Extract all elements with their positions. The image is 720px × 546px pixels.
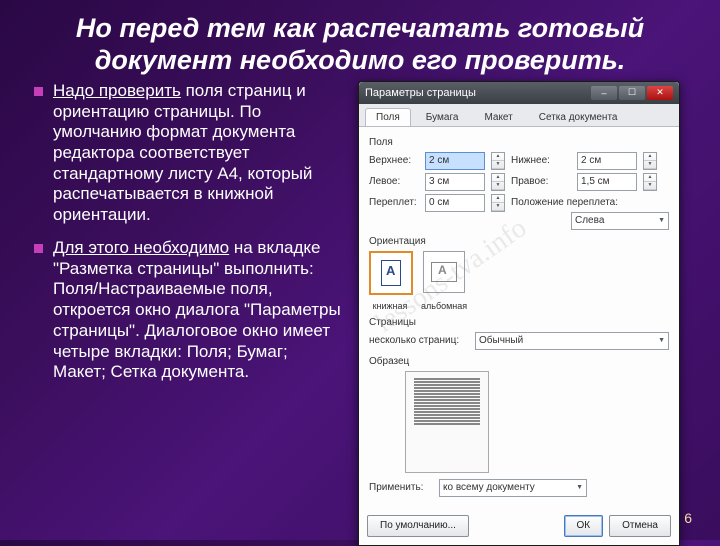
right-label: Правое: [511, 176, 571, 187]
left-label: Левое: [369, 176, 419, 187]
lead-text: Надо проверить [53, 81, 181, 100]
orientation-portrait[interactable] [369, 251, 413, 295]
dialog-tabs: Поля Бумага Макет Сетка документа [359, 104, 679, 127]
spinner-icon[interactable]: ▲▼ [491, 194, 505, 212]
dialog-body: Поля Верхнее: 2 см ▲▼ Нижнее: 2 см ▲▼ Ле… [359, 127, 679, 509]
top-input[interactable]: 2 см [425, 152, 485, 170]
close-icon[interactable]: ✕ [647, 86, 673, 100]
bottom-input[interactable]: 2 см [577, 152, 637, 170]
dialog-titlebar[interactable]: Параметры страницы – ☐ ✕ [359, 82, 679, 104]
orientation-group [369, 251, 669, 295]
bottom-label: Нижнее: [511, 155, 571, 166]
section-fields-label: Поля [369, 137, 669, 148]
text-column: Надо проверить поля страниц и ориентацию… [34, 81, 344, 546]
spinner-icon[interactable]: ▲▼ [491, 152, 505, 170]
cancel-button[interactable]: Отмена [609, 515, 671, 537]
page-number: 6 [684, 510, 692, 526]
tab-fields[interactable]: Поля [365, 108, 411, 126]
bullet-icon [34, 244, 43, 253]
spinner-icon[interactable]: ▲▼ [491, 173, 505, 191]
slide-title: Но перед тем как распечатать готовый док… [0, 0, 720, 77]
paragraph: Для этого необходимо на вкладке "Разметк… [53, 238, 344, 383]
default-button[interactable]: По умолчанию... [367, 515, 469, 537]
tab-layout[interactable]: Макет [473, 108, 523, 126]
orientation-landscape[interactable] [423, 251, 465, 293]
spinner-icon[interactable]: ▲▼ [643, 173, 657, 191]
multi-pages-select[interactable]: Обычный▼ [475, 332, 669, 350]
portrait-caption: книжная [369, 301, 411, 311]
minimize-icon[interactable]: – [591, 86, 617, 100]
margins-grid: Верхнее: 2 см ▲▼ Нижнее: 2 см ▲▼ Левое: … [369, 152, 669, 212]
sample-label: Образец [369, 356, 669, 367]
tab-paper[interactable]: Бумага [415, 108, 470, 126]
bullet-icon [34, 87, 43, 96]
chevron-down-icon: ▼ [576, 484, 583, 491]
preview-page-icon [405, 371, 489, 473]
lead-text: Для этого необходимо [53, 238, 229, 257]
apply-select[interactable]: ко всему документу▼ [439, 479, 587, 497]
paragraph: Надо проверить поля страниц и ориентацию… [53, 81, 344, 226]
gutter-input[interactable]: 0 см [425, 194, 485, 212]
landscape-caption: альбомная [421, 301, 463, 311]
top-label: Верхнее: [369, 155, 419, 166]
dialog-footer: По умолчанию... ОК Отмена [359, 509, 679, 545]
orientation-label: Ориентация [369, 236, 669, 247]
pages-row: несколько страниц: Обычный▼ [369, 332, 669, 350]
page-setup-dialog: Параметры страницы – ☐ ✕ Поля Бумага Мак… [358, 81, 680, 546]
gutter-label: Переплет: [369, 197, 419, 208]
portrait-icon [381, 260, 401, 286]
chevron-down-icon: ▼ [658, 217, 665, 224]
multi-pages-label: несколько страниц: [369, 335, 469, 346]
rest-text: поля страниц и ориентацию страницы. По у… [53, 81, 312, 224]
pages-label: Страницы [369, 317, 669, 328]
tab-grid[interactable]: Сетка документа [528, 108, 629, 126]
gutter-pos-select[interactable]: Слева▼ [571, 212, 669, 230]
dialog-title: Параметры страницы [365, 87, 589, 99]
left-input[interactable]: 3 см [425, 173, 485, 191]
spinner-icon[interactable]: ▲▼ [643, 152, 657, 170]
landscape-icon [431, 262, 457, 282]
content-area: Надо проверить поля страниц и ориентацию… [0, 77, 720, 546]
maximize-icon[interactable]: ☐ [619, 86, 645, 100]
apply-label: Применить: [369, 482, 433, 493]
right-input[interactable]: 1,5 см [577, 173, 637, 191]
chevron-down-icon: ▼ [658, 337, 665, 344]
bullet-item: Для этого необходимо на вкладке "Разметк… [34, 238, 344, 383]
bullet-item: Надо проверить поля страниц и ориентацию… [34, 81, 344, 226]
ok-button[interactable]: ОК [564, 515, 604, 537]
rest-text: на вкладке "Разметка страницы" выполнить… [53, 238, 341, 381]
apply-row: Применить: ко всему документу▼ [369, 479, 669, 497]
orientation-captions: книжная альбомная [369, 301, 669, 311]
gutter-pos-label: Положение переплета: [511, 197, 637, 208]
